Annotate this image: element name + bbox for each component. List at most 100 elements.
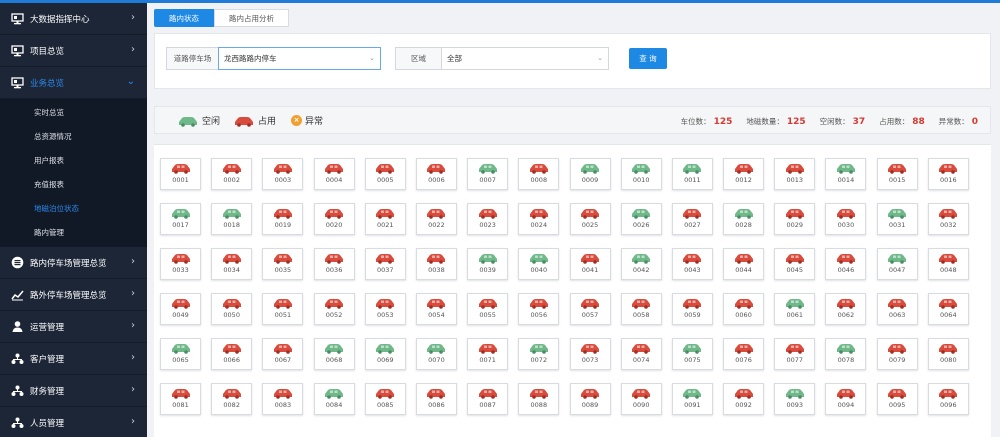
sidebar-item-0[interactable]: 大数据指挥中心 › xyxy=(0,3,147,35)
parking-spot[interactable]: 0072 xyxy=(518,338,560,370)
parking-spot[interactable]: 0023 xyxy=(467,203,509,235)
parking-spot[interactable]: 0021 xyxy=(364,203,406,235)
parking-spot[interactable]: 0061 xyxy=(774,293,816,325)
parking-spot[interactable]: 0015 xyxy=(876,158,918,190)
parking-spot[interactable]: 0032 xyxy=(927,203,969,235)
parking-spot[interactable]: 0064 xyxy=(927,293,969,325)
parking-spot[interactable]: 0025 xyxy=(569,203,611,235)
parking-spot[interactable]: 0040 xyxy=(518,248,560,280)
parking-spot[interactable]: 0073 xyxy=(569,338,611,370)
parking-spot[interactable]: 0065 xyxy=(160,338,201,370)
parking-spot[interactable]: 0058 xyxy=(620,293,662,325)
parking-spot[interactable]: 0037 xyxy=(364,248,406,280)
parking-spot[interactable]: 0043 xyxy=(671,248,713,280)
parking-spot[interactable]: 0069 xyxy=(364,338,406,370)
parking-spot[interactable]: 0050 xyxy=(211,293,253,325)
parking-spot[interactable]: 0006 xyxy=(415,158,457,190)
parking-spot[interactable]: 0091 xyxy=(671,383,713,415)
parking-spot[interactable]: 0030 xyxy=(825,203,867,235)
parking-spot[interactable]: 0001 xyxy=(160,158,201,190)
parking-spot[interactable]: 0059 xyxy=(671,293,713,325)
parking-spot[interactable]: 0068 xyxy=(313,338,355,370)
sidebar-item-after-2[interactable]: 运营管理 › xyxy=(0,311,147,343)
sidebar-item-after-5[interactable]: 人员管理 › xyxy=(0,407,147,437)
parking-spot[interactable]: 0035 xyxy=(262,248,304,280)
parking-spot[interactable]: 0094 xyxy=(825,383,867,415)
parking-spot[interactable]: 0019 xyxy=(262,203,304,235)
parking-spot[interactable]: 0081 xyxy=(160,383,201,415)
parking-spot[interactable]: 0087 xyxy=(467,383,509,415)
parking-spot[interactable]: 0048 xyxy=(927,248,969,280)
parking-spot[interactable]: 0010 xyxy=(620,158,662,190)
parking-spot[interactable]: 0002 xyxy=(211,158,253,190)
parking-spot[interactable]: 0020 xyxy=(313,203,355,235)
parking-spot[interactable]: 0009 xyxy=(569,158,611,190)
parking-spot[interactable]: 0047 xyxy=(876,248,918,280)
parking-spot[interactable]: 0049 xyxy=(160,293,201,325)
parking-spot[interactable]: 0045 xyxy=(774,248,816,280)
sidebar-item-2[interactable]: 业务总览 ⌄ xyxy=(0,67,147,99)
query-button[interactable]: 查 询 xyxy=(629,48,667,69)
parking-spot[interactable]: 0003 xyxy=(262,158,304,190)
sidebar-item-after-0[interactable]: 路内停车场管理总览 › xyxy=(0,247,147,279)
parking-spot[interactable]: 0011 xyxy=(671,158,713,190)
parking-spot[interactable]: 0044 xyxy=(723,248,765,280)
parking-spot[interactable]: 0004 xyxy=(313,158,355,190)
parking-spot[interactable]: 0095 xyxy=(876,383,918,415)
parking-spot[interactable]: 0029 xyxy=(774,203,816,235)
parking-spot[interactable]: 0063 xyxy=(876,293,918,325)
parking-spot[interactable]: 0096 xyxy=(927,383,969,415)
parking-spot[interactable]: 0089 xyxy=(569,383,611,415)
parking-spot[interactable]: 0012 xyxy=(723,158,765,190)
parking-spot[interactable]: 0024 xyxy=(518,203,560,235)
parking-spot[interactable]: 0053 xyxy=(364,293,406,325)
parking-spot[interactable]: 0062 xyxy=(825,293,867,325)
sidebar-subitem-0[interactable]: 实时总览 xyxy=(0,101,147,125)
parking-spot[interactable]: 0013 xyxy=(774,158,816,190)
parking-spot[interactable]: 0079 xyxy=(876,338,918,370)
parking-spot[interactable]: 0054 xyxy=(415,293,457,325)
parking-spot[interactable]: 0075 xyxy=(671,338,713,370)
parking-spot[interactable]: 0046 xyxy=(825,248,867,280)
lot-select[interactable]: 龙西路路内停车 ⌄ xyxy=(218,47,381,70)
parking-spot[interactable]: 0008 xyxy=(518,158,560,190)
parking-spot[interactable]: 0052 xyxy=(313,293,355,325)
sidebar-subitem-3[interactable]: 充值报表 xyxy=(0,173,147,197)
parking-spot[interactable]: 0070 xyxy=(415,338,457,370)
parking-spot[interactable]: 0022 xyxy=(415,203,457,235)
sidebar-item-after-4[interactable]: 财务管理 › xyxy=(0,375,147,407)
parking-spot[interactable]: 0018 xyxy=(211,203,253,235)
parking-spot[interactable]: 0090 xyxy=(620,383,662,415)
parking-spot[interactable]: 0027 xyxy=(671,203,713,235)
parking-spot[interactable]: 0036 xyxy=(313,248,355,280)
tab-road-status[interactable]: 路内状态 xyxy=(154,9,214,27)
parking-spot[interactable]: 0031 xyxy=(876,203,918,235)
parking-spot[interactable]: 0083 xyxy=(262,383,304,415)
parking-spot[interactable]: 0067 xyxy=(262,338,304,370)
parking-spot[interactable]: 0014 xyxy=(825,158,867,190)
parking-spot[interactable]: 0066 xyxy=(211,338,253,370)
parking-spot[interactable]: 0028 xyxy=(723,203,765,235)
parking-spot[interactable]: 0085 xyxy=(364,383,406,415)
sidebar-subitem-2[interactable]: 用户报表 xyxy=(0,149,147,173)
parking-spot[interactable]: 0080 xyxy=(927,338,969,370)
parking-spot[interactable]: 0005 xyxy=(364,158,406,190)
parking-spot[interactable]: 0041 xyxy=(569,248,611,280)
parking-spot[interactable]: 0071 xyxy=(467,338,509,370)
sidebar-item-after-3[interactable]: 客户管理 › xyxy=(0,343,147,375)
tab-occupancy-analysis[interactable]: 路内占用分析 xyxy=(214,9,289,27)
parking-spot[interactable]: 0056 xyxy=(518,293,560,325)
area-select[interactable]: 全部 ⌄ xyxy=(441,47,609,70)
sidebar-item-1[interactable]: 项目总览 › xyxy=(0,35,147,67)
parking-spot[interactable]: 0084 xyxy=(313,383,355,415)
sidebar-subitem-5[interactable]: 路内管理 xyxy=(0,221,147,245)
parking-spot[interactable]: 0033 xyxy=(160,248,201,280)
parking-spot[interactable]: 0093 xyxy=(774,383,816,415)
sidebar-item-after-1[interactable]: 路外停车场管理总览 › xyxy=(0,279,147,311)
parking-spot[interactable]: 0026 xyxy=(620,203,662,235)
parking-spot[interactable]: 0039 xyxy=(467,248,509,280)
parking-spot[interactable]: 0088 xyxy=(518,383,560,415)
parking-spot[interactable]: 0051 xyxy=(262,293,304,325)
parking-spot[interactable]: 0082 xyxy=(211,383,253,415)
parking-spot[interactable]: 0007 xyxy=(467,158,509,190)
